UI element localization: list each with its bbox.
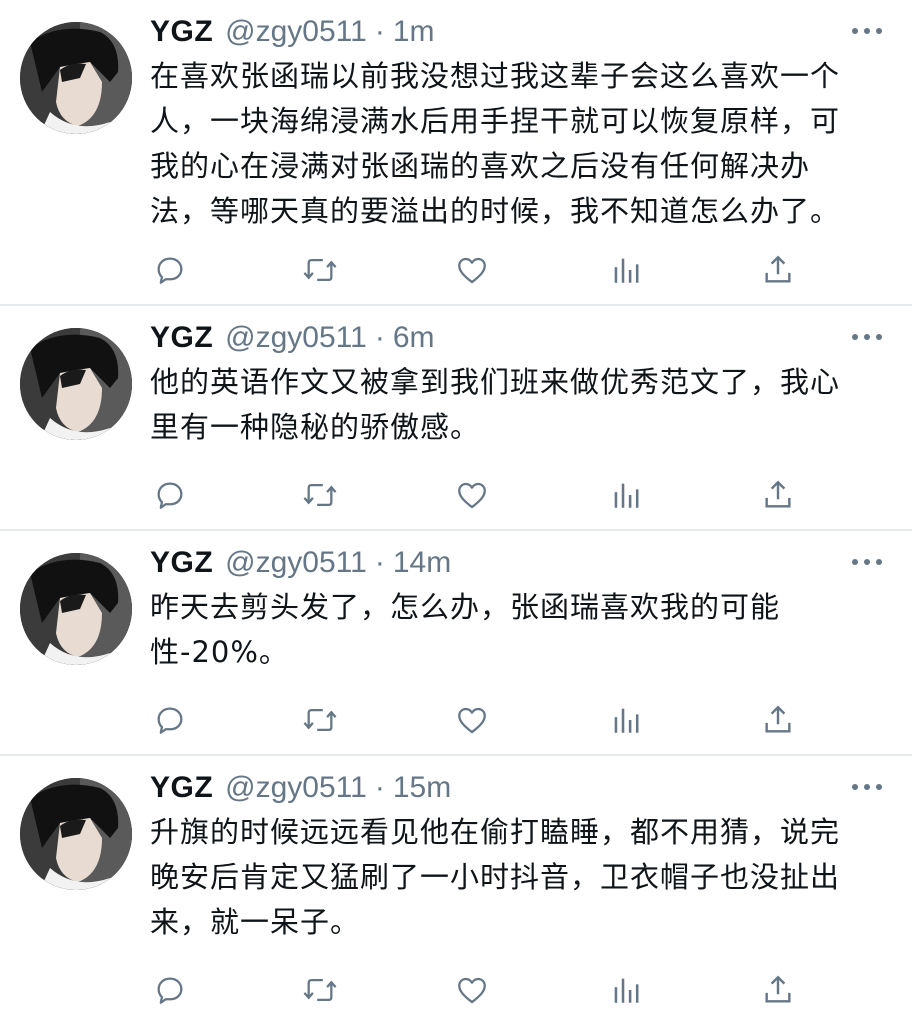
share-icon[interactable]	[758, 250, 798, 290]
tweet-actions	[150, 475, 800, 515]
tweet-actions	[150, 250, 800, 290]
user-handle[interactable]: @zgy0511	[225, 321, 367, 355]
reply-icon[interactable]	[150, 700, 190, 740]
tweet-header: YGZ @zgy0511 · 14m	[150, 541, 451, 585]
tweet-feed: YGZ @zgy0511 · 1m 在喜欢张函瑞以前我没想过我这辈子会这么喜欢一…	[0, 0, 912, 1024]
tweet-actions	[150, 970, 800, 1010]
retweet-icon[interactable]	[300, 700, 340, 740]
display-name[interactable]: YGZ	[150, 15, 213, 49]
timestamp[interactable]: 6m	[393, 321, 435, 355]
analytics-icon[interactable]	[606, 700, 646, 740]
user-handle[interactable]: @zgy0511	[225, 771, 367, 805]
reply-icon[interactable]	[150, 970, 190, 1010]
avatar[interactable]	[20, 553, 132, 665]
timestamp[interactable]: 1m	[393, 15, 435, 49]
more-icon[interactable]	[852, 26, 882, 36]
tweet-header: YGZ @zgy0511 · 6m	[150, 316, 435, 360]
like-icon[interactable]	[452, 250, 492, 290]
separator-dot: ·	[374, 15, 385, 48]
separator-dot: ·	[374, 321, 385, 354]
more-icon[interactable]	[852, 782, 882, 792]
avatar[interactable]	[20, 778, 132, 890]
analytics-icon[interactable]	[606, 250, 646, 290]
tweet-header: YGZ @zgy0511 · 1m	[150, 10, 435, 54]
share-icon[interactable]	[758, 700, 798, 740]
more-icon[interactable]	[852, 332, 882, 342]
retweet-icon[interactable]	[300, 970, 340, 1010]
tweet-text: 他的英语作文又被拿到我们班来做优秀范文了，我心 里有一种隐秘的骄傲感。	[150, 365, 841, 444]
share-icon[interactable]	[758, 475, 798, 515]
analytics-icon[interactable]	[606, 970, 646, 1010]
analytics-icon[interactable]	[606, 475, 646, 515]
tweet-text: 在喜欢张函瑞以前我没想过我这辈子会这么喜欢一个 人，一块海绵浸满水后用手捏干就可…	[150, 59, 841, 228]
avatar[interactable]	[20, 328, 132, 440]
tweet-text: 升旗的时候远远看见他在偷打瞌睡，都不用猜，说完 晚安后肯定又猛刷了一小时抖音，卫…	[150, 815, 841, 939]
display-name[interactable]: YGZ	[150, 546, 213, 580]
separator-dot: ·	[374, 771, 385, 804]
tweet[interactable]: YGZ @zgy0511 · 14m 昨天去剪头发了，怎么办，张函瑞喜欢我的可能…	[0, 531, 912, 756]
tweet[interactable]: YGZ @zgy0511 · 15m 升旗的时候远远看见他在偷打瞌睡，都不用猜，…	[0, 756, 912, 1024]
tweet-text: 昨天去剪头发了，怎么办，张函瑞喜欢我的可能 性-20%。	[150, 590, 781, 669]
tweet-actions	[150, 700, 800, 740]
share-icon[interactable]	[758, 970, 798, 1010]
avatar[interactable]	[20, 22, 132, 134]
display-name[interactable]: YGZ	[150, 771, 213, 805]
timestamp[interactable]: 14m	[393, 546, 451, 580]
reply-icon[interactable]	[150, 250, 190, 290]
separator-dot: ·	[374, 546, 385, 579]
tweet-header: YGZ @zgy0511 · 15m	[150, 766, 451, 810]
user-handle[interactable]: @zgy0511	[225, 15, 367, 49]
like-icon[interactable]	[452, 970, 492, 1010]
tweet[interactable]: YGZ @zgy0511 · 1m 在喜欢张函瑞以前我没想过我这辈子会这么喜欢一…	[0, 0, 912, 306]
display-name[interactable]: YGZ	[150, 321, 213, 355]
more-icon[interactable]	[852, 557, 882, 567]
retweet-icon[interactable]	[300, 475, 340, 515]
retweet-icon[interactable]	[300, 250, 340, 290]
timestamp[interactable]: 15m	[393, 771, 451, 805]
like-icon[interactable]	[452, 475, 492, 515]
user-handle[interactable]: @zgy0511	[225, 546, 367, 580]
reply-icon[interactable]	[150, 475, 190, 515]
like-icon[interactable]	[452, 700, 492, 740]
tweet[interactable]: YGZ @zgy0511 · 6m 他的英语作文又被拿到我们班来做优秀范文了，我…	[0, 306, 912, 531]
